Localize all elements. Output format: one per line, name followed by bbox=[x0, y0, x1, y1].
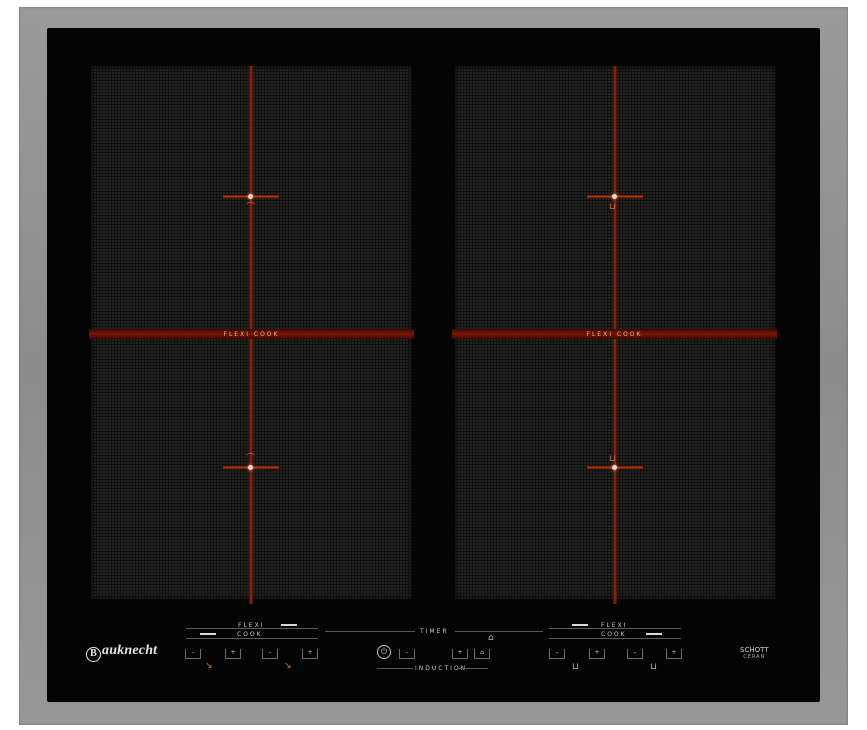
lock-icon: ⌂ bbox=[480, 649, 484, 656]
right-front-plus-button[interactable]: + bbox=[589, 649, 605, 659]
left-flexi-text: FLEXI bbox=[238, 622, 265, 629]
zone-left-top-center-dot bbox=[248, 194, 253, 199]
timer-rule-left bbox=[325, 631, 415, 632]
left-flexi-indicator bbox=[281, 624, 297, 626]
timer-label: TIMER bbox=[420, 628, 449, 635]
zone-right-top-center-dot bbox=[612, 194, 617, 199]
pot-tilted-icon: ↘ bbox=[205, 661, 213, 671]
left-front-minus-button[interactable]: – bbox=[185, 649, 201, 659]
pot-tilted-icon: ⌒ bbox=[246, 454, 256, 464]
schott-ceran-logo: SCHOTT CERAN bbox=[740, 646, 769, 661]
right-front-minus-button[interactable]: – bbox=[549, 649, 565, 659]
left-front-plus-button[interactable]: + bbox=[225, 649, 241, 659]
right-flexi-text: FLEXI bbox=[601, 622, 628, 629]
zone-right-flexi-label: FLEXI COOK bbox=[586, 331, 643, 338]
left-rear-minus-button[interactable]: – bbox=[262, 649, 278, 659]
right-cook-text: COOK bbox=[601, 631, 627, 638]
right-group-bottom-rule bbox=[549, 638, 681, 639]
induction-rule-right bbox=[457, 668, 488, 669]
left-rear-plus-button[interactable]: + bbox=[302, 649, 318, 659]
timer-minus-button[interactable]: – bbox=[399, 649, 415, 659]
lock-button[interactable]: ⌂ bbox=[474, 649, 490, 659]
power-button[interactable]: ⏻ bbox=[377, 645, 391, 659]
pot-icon: ⊔ bbox=[650, 662, 658, 672]
left-cook-indicator bbox=[200, 633, 216, 635]
right-flexi-indicator bbox=[572, 624, 588, 626]
pot-icon: ⊔ bbox=[609, 202, 617, 212]
induction-rule-left bbox=[377, 668, 413, 669]
timer-plus-button[interactable]: + bbox=[452, 649, 468, 659]
pot-icon: ⊔ bbox=[572, 662, 580, 672]
timer-icon: ⌂ bbox=[488, 633, 494, 643]
zone-left-bottom-center-dot bbox=[248, 465, 253, 470]
pot-tilted-icon: ↘ bbox=[284, 661, 292, 671]
brand-logo: Bauknecht bbox=[86, 643, 157, 662]
zone-right-bottom-center-dot bbox=[612, 465, 617, 470]
right-rear-minus-button[interactable]: – bbox=[627, 649, 643, 659]
pot-tilted-icon: ⌒ bbox=[246, 203, 256, 213]
pot-icon: ⊔ bbox=[609, 454, 617, 464]
left-cook-text: COOK bbox=[237, 631, 263, 638]
zone-left-flexi-label: FLEXI COOK bbox=[223, 331, 280, 338]
left-group-bottom-rule bbox=[186, 638, 318, 639]
right-cook-indicator bbox=[646, 633, 662, 635]
right-rear-plus-button[interactable]: + bbox=[666, 649, 682, 659]
timer-rule-right bbox=[455, 631, 543, 632]
